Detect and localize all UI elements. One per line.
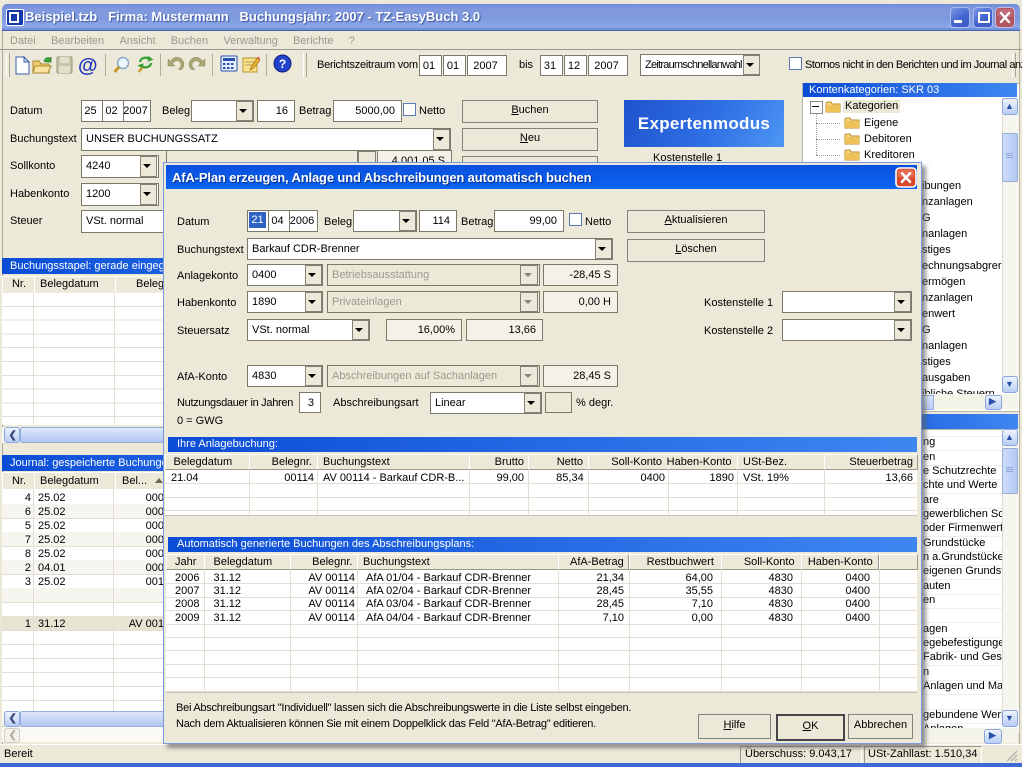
svg-text:?: ?	[279, 57, 286, 71]
